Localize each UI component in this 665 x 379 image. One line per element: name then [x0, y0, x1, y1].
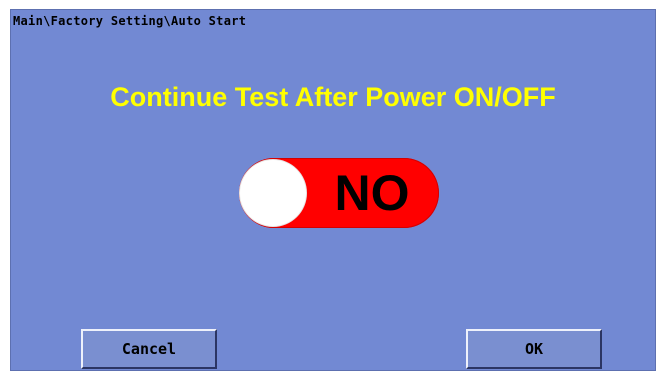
page-title: Continue Test After Power ON/OFF — [110, 82, 556, 112]
toggle-state-label: NO — [334, 165, 410, 221]
cancel-button[interactable]: Cancel — [81, 329, 217, 369]
auto-start-toggle[interactable]: NO — [239, 158, 439, 228]
breadcrumb: Main\Factory Setting\Auto Start — [13, 14, 247, 28]
toggle-knob — [240, 160, 306, 226]
auto-start-screen: Main\Factory Setting\Auto Start Continue… — [10, 9, 656, 371]
ok-button[interactable]: OK — [466, 329, 602, 369]
